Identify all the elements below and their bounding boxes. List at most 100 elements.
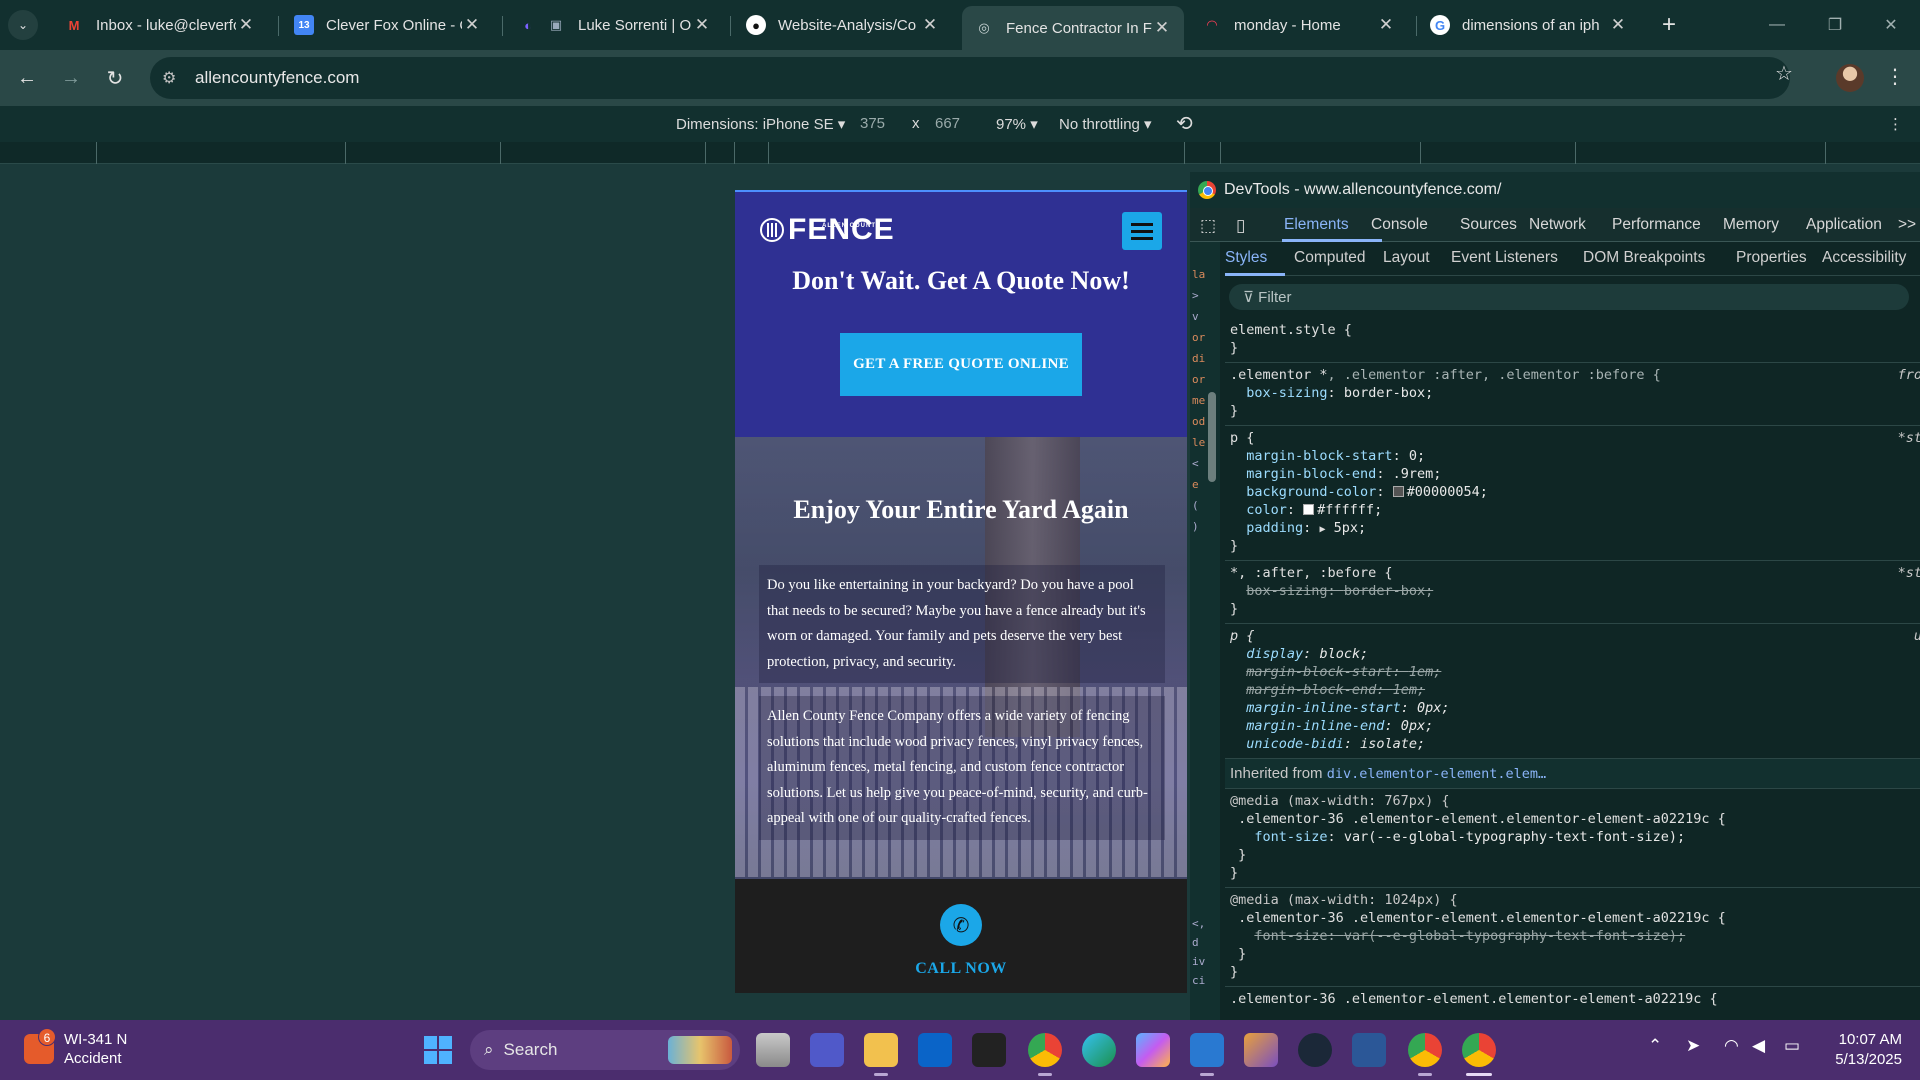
system-clock[interactable]: 10:07 AM 5/13/2025 — [1820, 1030, 1902, 1070]
chrome-icon[interactable] — [1408, 1033, 1442, 1067]
close-icon[interactable]: ✕ — [920, 15, 940, 35]
site-logo[interactable]: ALLEN COUNTY FENCE — [760, 215, 895, 245]
minimize-icon[interactable]: — — [1762, 10, 1792, 40]
device-toolbar-menu-icon[interactable]: ⋮ — [1888, 115, 1903, 133]
powershell-icon[interactable] — [1352, 1033, 1386, 1067]
site-header: ALLEN COUNTY FENCE Don't Wait. Get A Quo… — [735, 192, 1187, 437]
tab-memory[interactable]: Memory — [1723, 216, 1779, 234]
browser-toolbar: ← → ↻ ⚙ allencountyfence.com ☆ ⋮ — [0, 50, 1920, 106]
new-tab-button[interactable]: + — [1654, 10, 1684, 40]
avatar[interactable] — [1836, 64, 1864, 92]
css-media-rule-1024[interactable]: @media (max-width: 1024px) { .elementor-… — [1225, 888, 1920, 987]
site-info-icon[interactable]: ⚙ — [162, 68, 176, 88]
color-swatch[interactable] — [1303, 504, 1315, 515]
bookmark-star-icon[interactable]: ☆ — [1775, 61, 1793, 86]
inherited-element-link[interactable]: div.elementor-element.elem… — [1327, 766, 1546, 782]
git-icon[interactable] — [1244, 1033, 1278, 1067]
devtools-panel-tabs: ⬚ ▯ Elements Console Sources Network Per… — [1190, 208, 1920, 242]
tab-elements[interactable]: Elements — [1284, 216, 1349, 234]
viewport-height-input[interactable]: 667 — [935, 115, 960, 132]
browser-menu-icon[interactable]: ⋮ — [1885, 64, 1905, 89]
tab-luke-sorrenti[interactable]: ◐ ▣ Luke Sorrenti | Op ✕ — [506, 8, 724, 42]
tab-performance[interactable]: Performance — [1612, 216, 1701, 234]
subtab-layout[interactable]: Layout — [1383, 249, 1430, 267]
tab-console[interactable]: Console — [1371, 216, 1428, 234]
battery-icon[interactable]: ▭ — [1784, 1036, 1800, 1056]
tab-application[interactable]: Application — [1806, 216, 1882, 234]
close-icon[interactable]: ✕ — [462, 15, 482, 35]
edge-icon[interactable] — [1082, 1033, 1116, 1067]
tab-google-search[interactable]: G dimensions of an iph ✕ — [1418, 8, 1640, 42]
css-rule-p-styles[interactable]: p {*st margin-block-start: 0; margin-blo… — [1225, 426, 1920, 561]
throttling-select[interactable]: No throttling ▾ — [1059, 115, 1152, 133]
windows-taskbar: 6 WI-341 N Accident ⌕ Search ⌃ ➤ ◠ ◀ ▭ 1… — [0, 1020, 1920, 1080]
taskbar-search[interactable]: ⌕ Search — [470, 1030, 740, 1070]
tab-gmail[interactable]: M Inbox - luke@cleverfc ✕ — [52, 8, 268, 42]
tab-calendar[interactable]: 13 Clever Fox Online - C ✕ — [282, 8, 494, 42]
hamburger-menu-button[interactable] — [1122, 212, 1162, 250]
element-style-rule[interactable]: element.style { } — [1225, 318, 1920, 363]
subtab-computed[interactable]: Computed — [1294, 249, 1366, 267]
file-explorer-icon[interactable] — [756, 1033, 790, 1067]
css-media-rule-767[interactable]: @media (max-width: 767px) { .elementor-3… — [1225, 789, 1920, 888]
restore-icon[interactable]: ❐ — [1820, 10, 1850, 40]
css-rule-partial[interactable]: .elementor-36 .elementor-element.element… — [1225, 987, 1920, 1013]
close-icon[interactable]: ✕ — [1608, 15, 1628, 35]
address-bar[interactable]: ⚙ allencountyfence.com — [150, 57, 1790, 99]
tab-sources[interactable]: Sources — [1460, 216, 1517, 234]
phone-icon[interactable]: ✆ — [940, 904, 982, 946]
expand-arrow-icon[interactable]: ▶ — [1319, 524, 1325, 535]
back-icon[interactable]: ← — [12, 63, 42, 93]
tab-network[interactable]: Network — [1529, 216, 1586, 234]
start-button[interactable] — [424, 1036, 452, 1064]
device-toggle-icon[interactable]: ▯ — [1236, 216, 1245, 236]
inherited-from-header: Inherited from div.elementor-element.ele… — [1225, 759, 1920, 789]
close-icon[interactable]: ✕ — [692, 15, 712, 35]
device-dimensions-select[interactable]: Dimensions: iPhone SE ▾ — [676, 115, 845, 133]
forward-icon[interactable]: → — [56, 63, 86, 93]
folder-icon[interactable] — [864, 1033, 898, 1067]
color-swatch[interactable] — [1392, 486, 1404, 497]
chrome-icon[interactable] — [1028, 1033, 1062, 1067]
css-rule-universal-box-sizing[interactable]: *, :after, :before {*st box-sizing: bord… — [1225, 561, 1920, 624]
call-now-link[interactable]: CALL NOW — [735, 960, 1187, 978]
wifi-icon[interactable]: ◠ — [1724, 1036, 1739, 1056]
inspect-element-icon[interactable]: ⬚ — [1200, 216, 1216, 236]
steam-icon[interactable] — [1298, 1033, 1332, 1067]
zoom-select[interactable]: 97% ▾ — [996, 115, 1038, 133]
media-query-ruler[interactable] — [0, 142, 1920, 164]
copilot-icon[interactable] — [1136, 1033, 1170, 1067]
tab-search-icon[interactable]: ⌄ — [8, 10, 38, 40]
css-rule-elementor-box-sizing[interactable]: .elementor *, .elementor :after, .elemen… — [1225, 363, 1920, 426]
rotate-icon[interactable]: ⟲ — [1176, 111, 1193, 136]
tab-fence-contractor[interactable]: ◎ Fence Contractor In F ✕ — [962, 6, 1184, 50]
location-icon[interactable]: ➤ — [1686, 1036, 1700, 1056]
tab-monday[interactable]: ◠ monday - Home ✕ — [1190, 8, 1408, 42]
weather-widget[interactable]: 6 WI-341 N Accident — [24, 1028, 127, 1068]
subtab-properties[interactable]: Properties — [1736, 249, 1807, 267]
outlook-icon[interactable] — [918, 1033, 952, 1067]
styles-filter-input[interactable]: ⊽ Filter — [1229, 284, 1909, 310]
volume-icon[interactable]: ◀ — [1752, 1036, 1765, 1056]
hero-paragraph-1: Do you like entertaining in your backyar… — [759, 565, 1165, 683]
subtab-styles[interactable]: Styles — [1225, 249, 1267, 267]
close-icon[interactable]: ✕ — [1376, 15, 1396, 35]
teams-icon[interactable] — [810, 1033, 844, 1067]
reload-icon[interactable]: ↻ — [100, 63, 130, 93]
tray-chevron-icon[interactable]: ⌃ — [1648, 1036, 1662, 1056]
subtab-event-listeners[interactable]: Event Listeners — [1451, 249, 1558, 267]
close-icon[interactable]: ✕ — [236, 15, 256, 35]
tab-github[interactable]: ● Website-Analysis/Co ✕ — [734, 8, 952, 42]
more-tabs-icon[interactable]: >> — [1898, 216, 1916, 234]
subtab-dom-breakpoints[interactable]: DOM Breakpoints — [1583, 249, 1705, 267]
subtab-accessibility[interactable]: Accessibility — [1822, 249, 1906, 267]
get-quote-button[interactable]: GET A FREE QUOTE ONLINE — [840, 333, 1082, 396]
viewport-width-input[interactable]: 375 — [860, 115, 885, 132]
dom-scrollbar-thumb[interactable] — [1208, 392, 1216, 482]
alienware-icon[interactable] — [972, 1033, 1006, 1067]
chrome-icon[interactable] — [1462, 1033, 1496, 1067]
css-rule-user-agent-p[interactable]: p {u display: block; margin-block-start:… — [1225, 624, 1920, 759]
vscode-icon[interactable] — [1190, 1033, 1224, 1067]
close-icon[interactable]: ✕ — [1152, 18, 1172, 38]
close-window-icon[interactable]: ✕ — [1876, 10, 1906, 40]
